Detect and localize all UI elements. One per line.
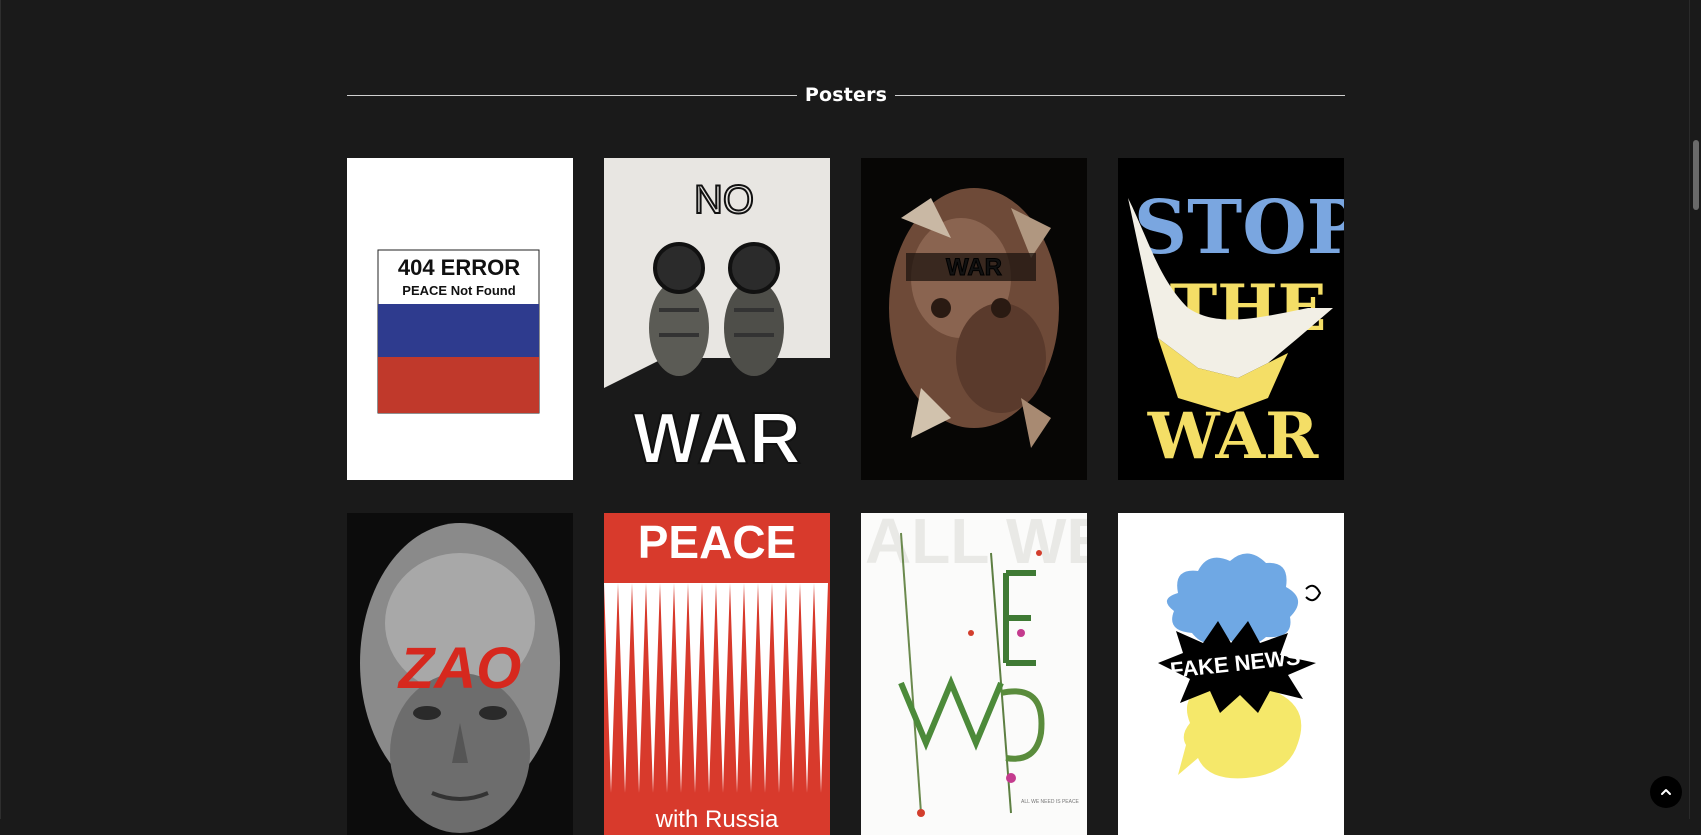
chevron-up-icon (1661, 789, 1671, 795)
poster-war-yellow-text: WAR (1147, 399, 1319, 474)
poster-all-we-need-is-peace[interactable]: ALL WE NEED IS ALL WE NEED IS PEACE (861, 513, 1087, 835)
divider-right (895, 94, 1345, 96)
poster-all-we-need-image: ALL WE NEED IS ALL WE NEED IS PEACE (861, 513, 1087, 835)
page: Posters 404 ERROR PEACE Not Found NO WAR… (0, 0, 1701, 835)
left-edge (0, 0, 1, 819)
section-header: Posters (347, 80, 1345, 110)
poster-peace-subtitle: with Russia (655, 806, 779, 833)
poster-fake-news[interactable]: FAKE NEWS (1118, 513, 1344, 835)
poster-peace-with-russia[interactable]: PEACE with Russia (604, 513, 830, 835)
poster-no-text: NO (694, 178, 754, 222)
divider-left (347, 94, 797, 96)
poster-stop-the-war[interactable]: STOP THE WAR (1118, 158, 1344, 480)
poster-404-error[interactable]: 404 ERROR PEACE Not Found (347, 158, 573, 480)
scrollbar-thumb[interactable] (1693, 140, 1699, 210)
scroll-to-top-button[interactable] (1650, 776, 1682, 808)
poster-all-text: ALL WE NEED IS (865, 513, 1087, 577)
poster-zao[interactable]: ZAO (347, 513, 573, 835)
poster-war-collage-image: WAR (861, 158, 1087, 480)
poster-peace-title: PEACE (638, 516, 796, 568)
poster-fake-news-image: FAKE NEWS (1118, 513, 1344, 835)
poster-peace-image: PEACE with Russia (604, 513, 830, 835)
poster-zao-image: ZAO (347, 513, 573, 835)
poster-no-war-image: NO WAR (604, 158, 830, 480)
poster-404-line1: 404 ERROR (398, 255, 520, 280)
poster-stop-war-image: STOP THE WAR (1118, 158, 1344, 480)
poster-404-line2: PEACE Not Found (402, 283, 515, 298)
poster-404-error-image: 404 ERROR PEACE Not Found (347, 158, 573, 480)
poster-war-text: WAR (633, 399, 801, 479)
poster-no-war-grenades[interactable]: NO WAR (604, 158, 830, 480)
poster-zao-text: ZAO (397, 636, 521, 701)
poster-stop-text: STOP (1134, 185, 1344, 271)
poster-collage-war-text: WAR (946, 254, 1002, 281)
poster-all-we-need-caption: ALL WE NEED IS PEACE (1021, 799, 1080, 805)
vertical-scrollbar[interactable] (1689, 0, 1701, 819)
poster-war-collage[interactable]: WAR (861, 158, 1087, 480)
section-title: Posters (804, 84, 888, 106)
